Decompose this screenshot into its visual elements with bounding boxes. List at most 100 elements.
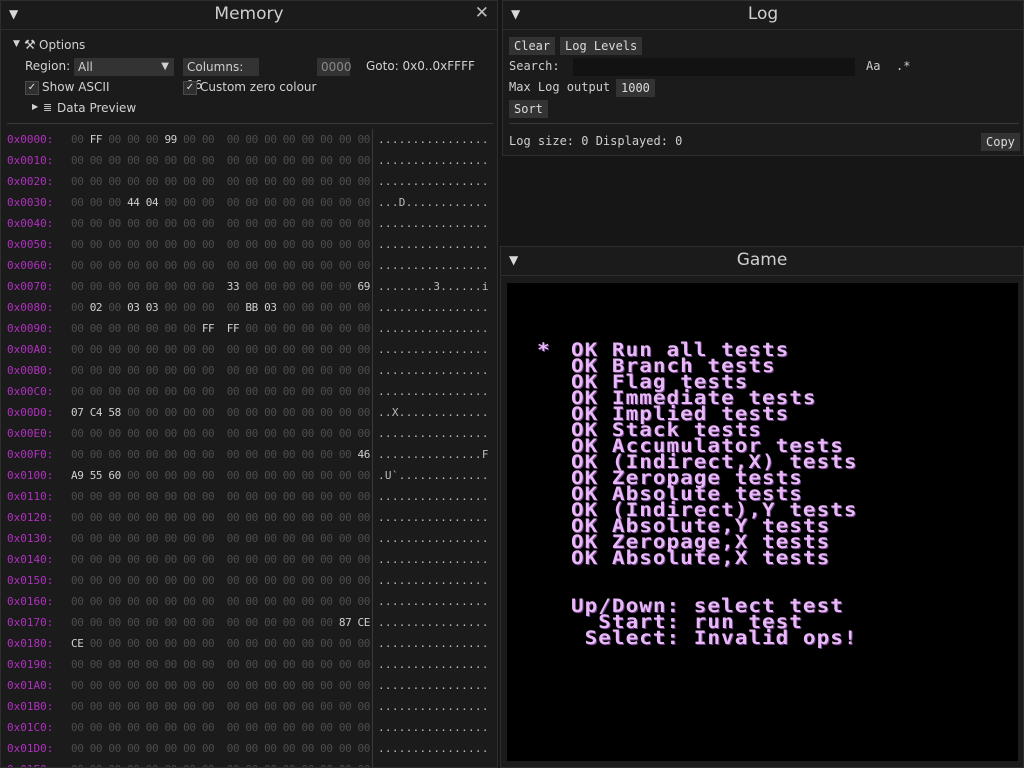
hex-byte[interactable]: 00 bbox=[146, 553, 159, 566]
hex-byte[interactable]: 00 bbox=[227, 490, 240, 503]
hex-byte[interactable]: 00 bbox=[320, 553, 333, 566]
hex-byte[interactable]: 00 bbox=[283, 721, 296, 734]
hex-row-bytes[interactable]: 00 00 00 00 00 00 00 00 00 00 00 00 00 0… bbox=[71, 259, 376, 272]
hex-byte[interactable]: 00 bbox=[301, 385, 314, 398]
hex-byte[interactable]: 00 bbox=[264, 490, 277, 503]
hex-row[interactable]: 0x0100: A9 55 60 00 00 00 00 00 00 00 00 … bbox=[1, 465, 497, 486]
hex-row-bytes[interactable]: 00 00 00 00 00 00 00 00 00 00 00 00 00 0… bbox=[71, 175, 376, 188]
hex-byte[interactable]: 00 bbox=[320, 154, 333, 167]
hex-byte[interactable]: 00 bbox=[108, 448, 121, 461]
hex-byte[interactable]: 00 bbox=[108, 490, 121, 503]
hex-byte[interactable]: 00 bbox=[301, 280, 314, 293]
hex-byte[interactable]: 00 bbox=[202, 511, 215, 524]
hex-byte[interactable]: 00 bbox=[264, 679, 277, 692]
hex-byte[interactable]: 00 bbox=[301, 406, 314, 419]
hex-byte[interactable]: 00 bbox=[301, 343, 314, 356]
hex-byte[interactable]: 00 bbox=[127, 574, 140, 587]
hex-byte[interactable]: 00 bbox=[245, 658, 258, 671]
hex-byte[interactable]: 00 bbox=[301, 700, 314, 713]
hex-byte[interactable]: 00 bbox=[164, 469, 177, 482]
hex-byte[interactable]: 00 bbox=[127, 658, 140, 671]
hex-byte[interactable]: 00 bbox=[339, 490, 352, 503]
hex-byte[interactable]: 00 bbox=[283, 637, 296, 650]
hex-row[interactable]: 0x0190: 00 00 00 00 00 00 00 00 00 00 00 … bbox=[1, 654, 497, 675]
hex-byte[interactable]: 00 bbox=[358, 637, 371, 650]
hex-byte[interactable]: 00 bbox=[227, 196, 240, 209]
hex-byte[interactable]: 00 bbox=[71, 322, 84, 335]
columns-field[interactable]: Columns: 16 bbox=[183, 58, 259, 92]
hex-byte[interactable]: 00 bbox=[127, 343, 140, 356]
hex-byte[interactable]: 00 bbox=[264, 763, 277, 767]
hex-byte[interactable]: 00 bbox=[127, 322, 140, 335]
hex-byte[interactable]: 00 bbox=[183, 196, 196, 209]
hex-byte[interactable]: 00 bbox=[320, 343, 333, 356]
hex-byte[interactable]: 00 bbox=[301, 532, 314, 545]
hex-byte[interactable]: 00 bbox=[71, 700, 84, 713]
hex-byte[interactable]: 00 bbox=[283, 217, 296, 230]
hex-byte[interactable]: 00 bbox=[164, 532, 177, 545]
hex-byte[interactable]: 87 bbox=[339, 616, 352, 629]
hex-byte[interactable]: 00 bbox=[183, 301, 196, 314]
hex-byte[interactable]: 00 bbox=[283, 511, 296, 524]
hex-byte[interactable]: 00 bbox=[227, 364, 240, 377]
hex-byte[interactable]: 00 bbox=[283, 280, 296, 293]
hex-byte[interactable]: 00 bbox=[90, 322, 103, 335]
hex-byte[interactable]: 00 bbox=[264, 196, 277, 209]
hex-byte[interactable]: 00 bbox=[227, 532, 240, 545]
hex-byte[interactable]: 00 bbox=[183, 700, 196, 713]
hex-byte[interactable]: 00 bbox=[227, 448, 240, 461]
hex-row-bytes[interactable]: 00 FF 00 00 00 99 00 00 00 00 00 00 00 0… bbox=[71, 133, 376, 146]
hex-byte[interactable]: 00 bbox=[183, 448, 196, 461]
hex-row-bytes[interactable]: 00 00 00 00 00 00 00 00 00 00 00 00 00 0… bbox=[71, 553, 376, 566]
hex-byte[interactable]: 00 bbox=[183, 574, 196, 587]
hex-byte[interactable]: 00 bbox=[227, 343, 240, 356]
hex-byte[interactable]: 00 bbox=[339, 217, 352, 230]
log-titlebar[interactable]: ▼ Log bbox=[503, 1, 1023, 30]
hex-byte[interactable]: 00 bbox=[108, 595, 121, 608]
hex-byte[interactable]: 00 bbox=[245, 238, 258, 251]
hex-byte[interactable]: 00 bbox=[320, 616, 333, 629]
hex-byte[interactable]: 00 bbox=[339, 322, 352, 335]
hex-byte[interactable]: 00 bbox=[283, 343, 296, 356]
hex-byte[interactable]: 00 bbox=[227, 301, 240, 314]
hex-byte[interactable]: 00 bbox=[283, 763, 296, 767]
hex-byte[interactable]: 00 bbox=[339, 406, 352, 419]
game-screen[interactable]: * OK Run all tests OK Branch tests OK Flag… bbox=[507, 283, 1018, 761]
hex-row[interactable]: 0x0040: 00 00 00 00 00 00 00 00 00 00 00 … bbox=[1, 213, 497, 234]
hex-byte[interactable]: 00 bbox=[183, 385, 196, 398]
hex-byte[interactable]: 00 bbox=[301, 763, 314, 767]
hex-byte[interactable]: 00 bbox=[90, 616, 103, 629]
hex-byte[interactable]: 00 bbox=[358, 175, 371, 188]
hex-byte[interactable]: 00 bbox=[146, 364, 159, 377]
hex-byte[interactable]: 00 bbox=[227, 742, 240, 755]
hex-byte[interactable]: 00 bbox=[183, 364, 196, 377]
hex-byte[interactable]: 33 bbox=[227, 280, 240, 293]
hex-byte[interactable]: 00 bbox=[202, 406, 215, 419]
hex-row[interactable]: 0x0010: 00 00 00 00 00 00 00 00 00 00 00 … bbox=[1, 150, 497, 171]
hex-byte[interactable]: 00 bbox=[108, 238, 121, 251]
hex-byte[interactable]: 00 bbox=[301, 742, 314, 755]
hex-byte[interactable]: 00 bbox=[108, 658, 121, 671]
hex-byte[interactable]: 00 bbox=[264, 658, 277, 671]
hex-byte[interactable]: 00 bbox=[320, 679, 333, 692]
hex-row[interactable]: 0x0080: 00 02 00 03 03 00 00 00 00 BB 03 … bbox=[1, 297, 497, 318]
hex-byte[interactable]: 00 bbox=[146, 490, 159, 503]
hex-byte[interactable]: 03 bbox=[264, 301, 277, 314]
hex-row-bytes[interactable]: 00 02 00 03 03 00 00 00 00 BB 03 00 00 0… bbox=[71, 301, 376, 314]
hex-byte[interactable]: 00 bbox=[358, 427, 371, 440]
hex-byte[interactable]: 00 bbox=[146, 679, 159, 692]
hex-byte[interactable]: 00 bbox=[283, 448, 296, 461]
hex-byte[interactable]: 00 bbox=[320, 469, 333, 482]
hex-byte[interactable]: 00 bbox=[227, 175, 240, 188]
hex-row-bytes[interactable]: 00 00 00 00 00 00 00 00 00 00 00 00 00 0… bbox=[71, 448, 376, 461]
hex-byte[interactable]: 00 bbox=[264, 427, 277, 440]
hex-byte[interactable]: 00 bbox=[90, 658, 103, 671]
hex-row[interactable]: 0x0090: 00 00 00 00 00 00 00 FF FF 00 00 … bbox=[1, 318, 497, 339]
hex-byte[interactable]: 00 bbox=[90, 280, 103, 293]
hex-byte[interactable]: 00 bbox=[127, 448, 140, 461]
hex-row[interactable]: 0x0030: 00 00 00 44 04 00 00 00 00 00 00 … bbox=[1, 192, 497, 213]
hex-byte[interactable]: 00 bbox=[202, 574, 215, 587]
hex-byte[interactable]: 00 bbox=[71, 259, 84, 272]
hex-byte[interactable]: 00 bbox=[164, 616, 177, 629]
hex-byte[interactable]: 00 bbox=[164, 679, 177, 692]
